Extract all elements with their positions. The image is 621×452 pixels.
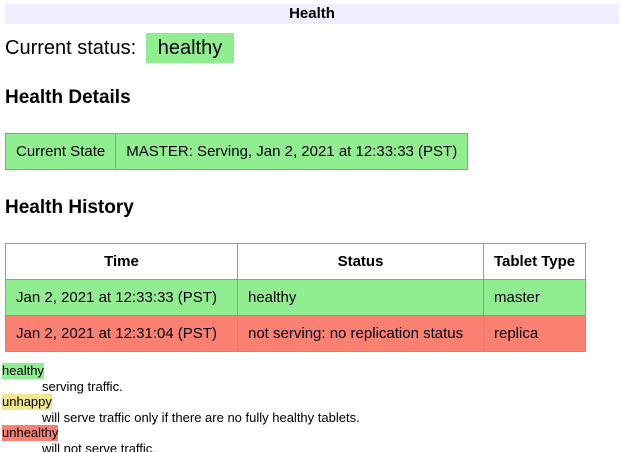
history-col-time: Time: [6, 244, 238, 280]
details-table: Current State MASTER: Serving, Jan 2, 20…: [5, 133, 468, 170]
history-row: Jan 2, 2021 at 12:33:33 (PST) healthy ma…: [6, 280, 586, 316]
history-row-tablet-type: master: [484, 280, 586, 316]
current-status-line: Current status: healthy: [5, 37, 621, 60]
history-row: Jan 2, 2021 at 12:31:04 (PST) not servin…: [6, 316, 586, 352]
current-status-label: Current status:: [5, 37, 136, 59]
details-row-value: MASTER: Serving, Jan 2, 2021 at 12:33:33…: [116, 134, 468, 170]
legend-description-unhealthy: will not serve traffic.: [42, 441, 621, 452]
current-status-badge: healthy: [146, 33, 235, 63]
history-header-row: Time Status Tablet Type: [6, 244, 586, 280]
health-page: Health Current status: healthy Health De…: [0, 0, 621, 452]
history-row-time: Jan 2, 2021 at 12:31:04 (PST): [6, 316, 238, 352]
health-details-heading: Health Details: [5, 87, 621, 109]
history-col-tablet-type: Tablet Type: [484, 244, 586, 280]
history-row-status: not serving: no replication status: [238, 316, 484, 352]
page-title: Health: [5, 4, 619, 24]
history-row-status: healthy: [238, 280, 484, 316]
history-row-tablet-type: replica: [484, 316, 586, 352]
legend-term-healthy: healthy: [2, 363, 44, 379]
details-row-label: Current State: [6, 134, 116, 170]
history-table: Time Status Tablet Type Jan 2, 2021 at 1…: [5, 243, 586, 352]
legend-description-unhappy: will serve traffic only if there are no …: [42, 410, 621, 426]
legend-term-unhealthy: unhealthy: [2, 425, 58, 441]
health-history-heading: Health History: [5, 197, 621, 219]
status-legend: healthy serving traffic. unhappy will se…: [2, 363, 621, 452]
legend-description-healthy: serving traffic.: [42, 379, 621, 395]
history-col-status: Status: [238, 244, 484, 280]
details-row: Current State MASTER: Serving, Jan 2, 20…: [6, 134, 468, 170]
legend-term-unhappy: unhappy: [2, 394, 52, 410]
history-row-time: Jan 2, 2021 at 12:33:33 (PST): [6, 280, 238, 316]
